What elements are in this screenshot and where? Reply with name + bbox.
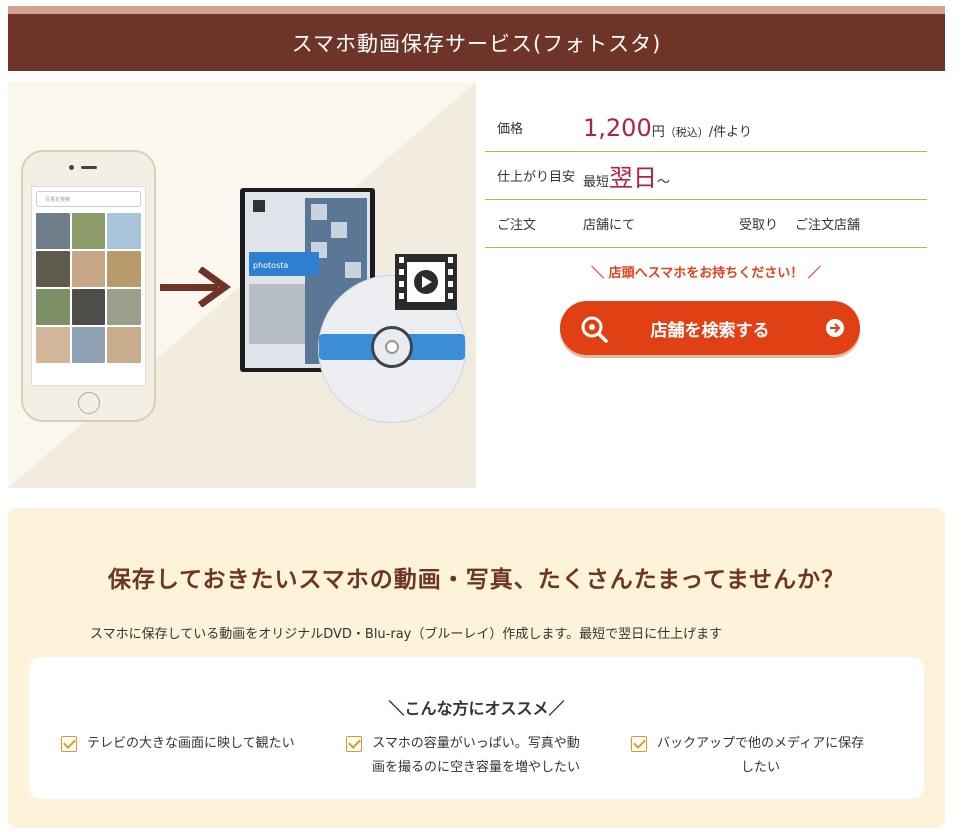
order-value: 店舗にて: [583, 218, 636, 233]
photo-grid: [32, 211, 145, 365]
store-notice: ＼ 店頭へスマホをお持ちください！ ／: [591, 266, 821, 281]
recommend-item: スマホの容量がいっぱい。写真や動 画を撮るのに空き容量を増やしたい: [346, 732, 580, 780]
video-film-icon: [395, 254, 457, 310]
recommend-item: テレビの大きな画面に映して観たい: [61, 732, 295, 756]
finish-label: 仕上がり目安: [497, 170, 576, 185]
checkbox-icon: [631, 736, 647, 752]
order-row: ご注文 店舗にて 受取り ご注文店舗: [485, 200, 927, 248]
arrow-circle-right-icon: [826, 319, 844, 337]
store-search-button[interactable]: 店舗を検索する: [560, 301, 860, 355]
phone-search-bar: 写真を検索: [36, 191, 141, 207]
smartphone-illustration: 写真を検索: [21, 150, 156, 422]
home-button-icon: [78, 392, 100, 414]
price-value: 1,200円（税込）/件より: [583, 113, 752, 142]
recommend-title: ＼こんな方にオススメ／: [388, 699, 565, 718]
price-label: 価格: [497, 122, 524, 137]
intro-panel: 保存しておきたいスマホの動画・写真、たくさんたまってませんか？ スマホに保存して…: [8, 508, 945, 828]
finish-value: 最短翌日～: [583, 164, 671, 192]
page-title: スマホ動画保存サービス(フォトスタ): [291, 31, 662, 56]
pickup-value: ご注文店舗: [795, 218, 861, 233]
store-search-button-label: 店舗を検索する: [650, 320, 770, 341]
recommend-card: ＼こんな方にオススメ／ テレビの大きな画面に映して観たい スマホの容量がいっぱい…: [29, 657, 924, 799]
finish-time-row: 仕上がり目安 最短翌日～: [485, 152, 927, 200]
svg-text:photosta: photosta: [253, 261, 288, 270]
hero-image: 写真を検索 photosta: [8, 82, 476, 488]
pickup-label: 受取り: [739, 218, 779, 233]
page-title-bar: スマホ動画保存サービス(フォトスタ): [8, 14, 945, 71]
order-label: ご注文: [497, 218, 537, 233]
checkbox-icon: [346, 736, 362, 752]
checkbox-icon: [61, 736, 77, 752]
header-accent-strip: [8, 6, 945, 14]
recommend-item: バックアップで他のメディアに保存 したい: [631, 732, 864, 780]
intro-heading: 保存しておきたいスマホの動画・写真、たくさんたまってませんか？: [107, 567, 846, 593]
intro-description: スマホに保存している動画をオリジナルDVD・Blu-ray（ブルーレイ）作成しま…: [90, 627, 723, 642]
service-info-table: 価格 1,200円（税込）/件より 仕上がり目安 最短翌日～ ご注文 店舗にて …: [485, 104, 927, 248]
price-row: 価格 1,200円（税込）/件より: [485, 104, 927, 152]
arrow-right-icon: [160, 267, 231, 307]
